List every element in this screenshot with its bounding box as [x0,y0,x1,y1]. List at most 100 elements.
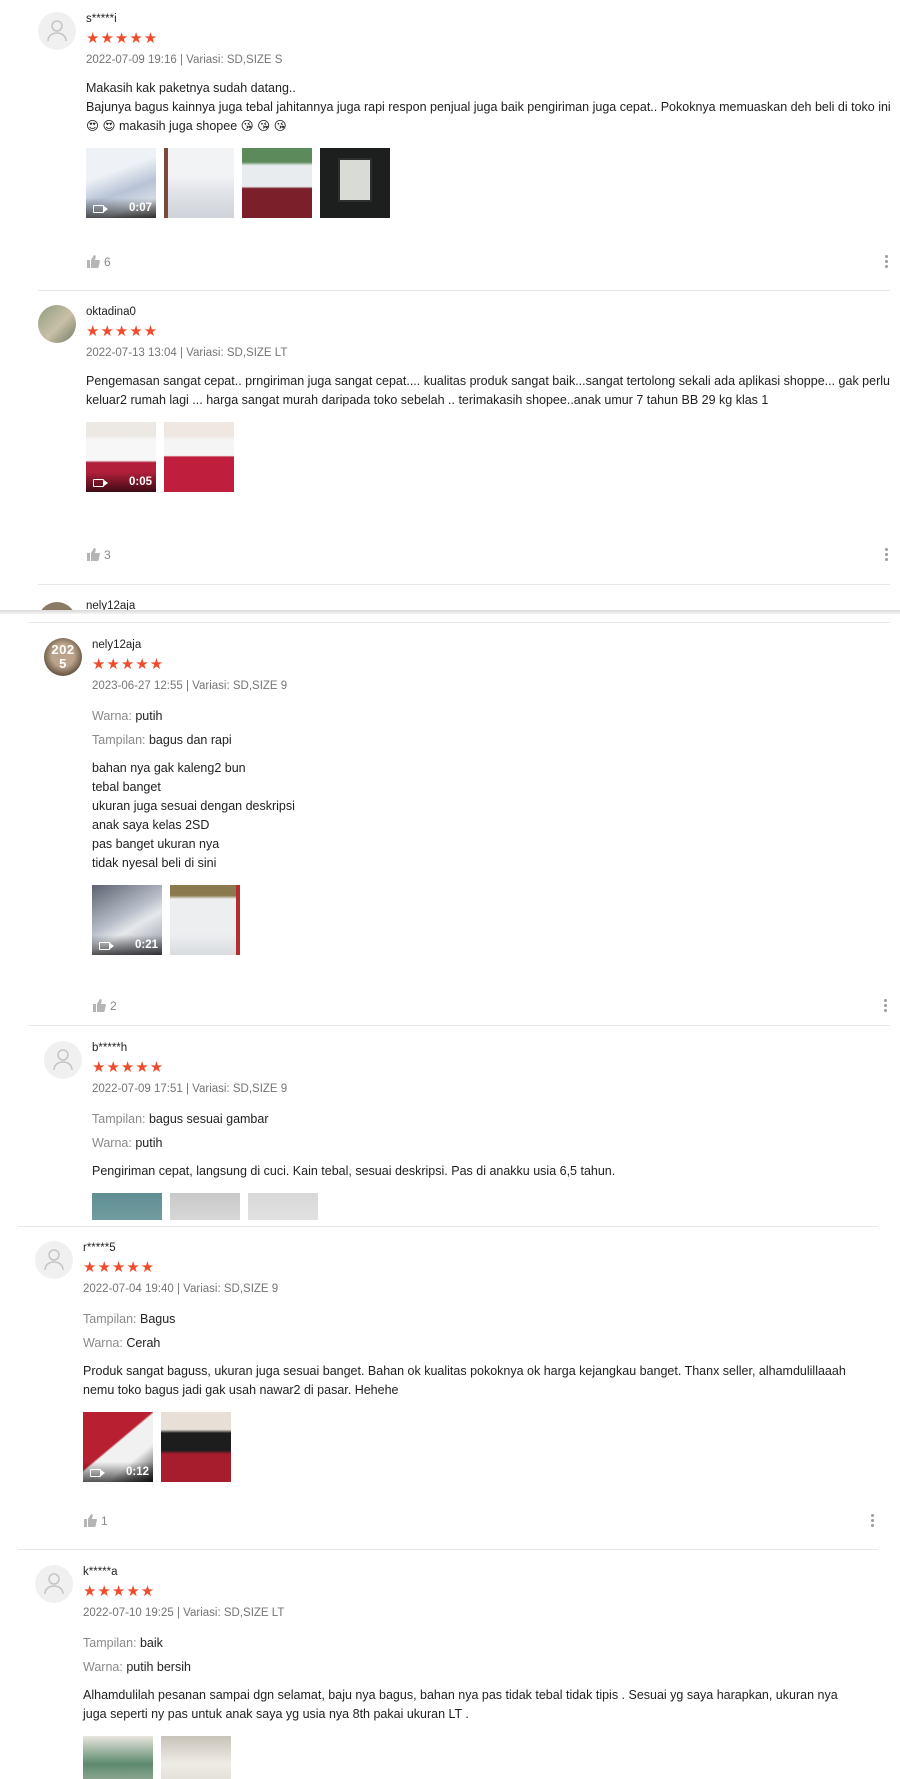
review-divider [38,290,890,291]
review-segment-1: s*****i ★★★★★ 2022-07-09 19:16 | Variasi… [0,0,900,610]
review-attribute: Warna: putih [92,709,900,723]
avatar[interactable]: 2025 [44,638,82,676]
reviewer-name: k*****a [83,1566,118,1578]
review-divider [38,584,890,585]
review-divider [18,1549,878,1550]
review-card: 2025 nely12aja ★★★★★ 2023-06-27 12:55 | … [44,638,900,1028]
review-attribute: Tampilan: baik [83,1636,900,1650]
rating-stars: ★★★★★ [92,656,165,673]
like-row: 3 [86,547,900,563]
video-camera-icon [93,479,108,487]
review-card: k*****a ★★★★★ 2022-07-10 19:25 | Variasi… [35,1565,900,1779]
reviewer-name: b*****h [92,1042,128,1054]
review-text: Alhamdulilah pesanan sampai dgn selamat,… [83,1688,838,1721]
review-attribute: Tampilan: bagus sesuai gambar [92,1112,900,1126]
thumbs-up-icon[interactable] [83,1514,97,1527]
review-attribute: Warna: putih [92,1136,900,1150]
review-text: Makasih kak paketnya sudah datang.. Baju… [86,81,891,133]
review-meta: 2022-07-13 13:04 | Variasi: SD,SIZE LT [86,347,288,359]
avatar[interactable] [38,12,76,50]
review-media: 0:07 [86,148,900,218]
rating-stars: ★★★★★ [83,1259,156,1276]
review-media [83,1736,900,1779]
attr-key: Warna: [83,1660,123,1674]
attr-value: putih [135,709,163,723]
review-media: 0:12 [83,1412,900,1482]
attr-value: baik [139,1636,163,1650]
attr-value: putih bersih [126,1660,191,1674]
attr-key: Warna: [83,1336,123,1350]
review-photo[interactable] [248,1193,318,1220]
like-count: 3 [104,548,111,562]
reviewer-name: oktadina0 [86,306,136,318]
like-row: 6 [86,254,900,270]
like-count: 1 [101,1514,108,1528]
more-options-icon[interactable] [884,999,888,1014]
user-placeholder-icon [53,1049,73,1071]
review-photo[interactable] [161,1736,231,1779]
attr-key: Tampilan: [83,1312,137,1326]
review-photo[interactable] [92,1193,162,1220]
review-meta: 2023-06-27 12:55 | Variasi: SD,SIZE 9 [92,680,288,692]
user-placeholder-icon [44,1249,64,1271]
review-photo[interactable] [161,1412,231,1482]
reviewer-name: nely12aja [92,639,142,651]
review-media [92,1193,900,1220]
more-options-icon[interactable] [885,255,889,270]
review-photo[interactable] [170,1193,240,1220]
review-attribute: Tampilan: bagus dan rapi [92,733,900,747]
review-card: r*****5 ★★★★★ 2022-07-04 19:40 | Variasi… [35,1241,900,1541]
review-text: bahan nya gak kaleng2 bun tebal banget u… [92,761,295,870]
next-review-peek: nely12aja [38,598,338,610]
thumbs-up-icon[interactable] [92,999,106,1012]
thumbs-up-icon[interactable] [86,255,100,268]
review-photo[interactable] [170,885,240,955]
review-divider [28,1025,890,1026]
reviewer-name: r*****5 [83,1242,116,1254]
peek-username: nely12aja [86,600,136,610]
review-attribute: Warna: Cerah [83,1336,900,1350]
review-photo[interactable] [164,148,234,218]
review-text: Produk sangat baguss, ukuran juga sesuai… [83,1364,846,1397]
avatar[interactable] [35,1565,73,1603]
review-meta: 2022-07-04 19:40 | Variasi: SD,SIZE 9 [83,1283,279,1295]
review-video-thumbnail[interactable]: 0:12 [83,1412,153,1482]
attr-value: putih [135,1136,163,1150]
like-row: 2 [92,998,900,1014]
review-photo[interactable] [164,422,234,492]
like-count: 6 [104,255,111,269]
rating-stars: ★★★★★ [86,30,159,47]
attr-value: bagus sesuai gambar [148,1112,269,1126]
attr-value: bagus dan rapi [148,733,232,747]
review-video-thumbnail[interactable]: 0:05 [86,422,156,492]
like-count: 2 [110,999,117,1013]
review-divider [18,1226,878,1227]
video-duration: 0:12 [125,1466,149,1478]
avatar[interactable] [38,305,76,343]
rating-stars: ★★★★★ [83,1583,156,1600]
attr-key: Tampilan: [92,1112,146,1126]
review-attribute: Tampilan: Bagus [83,1312,900,1326]
review-photo[interactable] [83,1736,153,1779]
video-duration: 0:05 [128,476,152,488]
review-photo[interactable] [242,148,312,218]
review-photo[interactable] [320,148,390,218]
attr-key: Tampilan: [83,1636,137,1650]
avatar[interactable] [44,1041,82,1079]
review-card: b*****h ★★★★★ 2022-07-09 17:51 | Variasi… [44,1041,900,1220]
review-media: 0:21 [92,885,900,955]
more-options-icon[interactable] [885,548,889,563]
video-camera-icon [93,205,108,213]
attr-key: Warna: [92,1136,132,1150]
review-text: Pengemasan sangat cepat.. prngiriman jug… [86,374,890,407]
attr-value: Bagus [139,1312,176,1326]
review-divider [28,622,890,623]
review-video-thumbnail[interactable]: 0:07 [86,148,156,218]
review-card: oktadina0 ★★★★★ 2022-07-13 13:04 | Varia… [38,305,900,575]
review-video-thumbnail[interactable]: 0:21 [92,885,162,955]
avatar[interactable] [35,1241,73,1279]
review-card: s*****i ★★★★★ 2022-07-09 19:16 | Variasi… [38,12,900,282]
thumbs-up-icon[interactable] [86,548,100,561]
video-duration: 0:07 [128,202,152,214]
more-options-icon[interactable] [871,1514,875,1529]
